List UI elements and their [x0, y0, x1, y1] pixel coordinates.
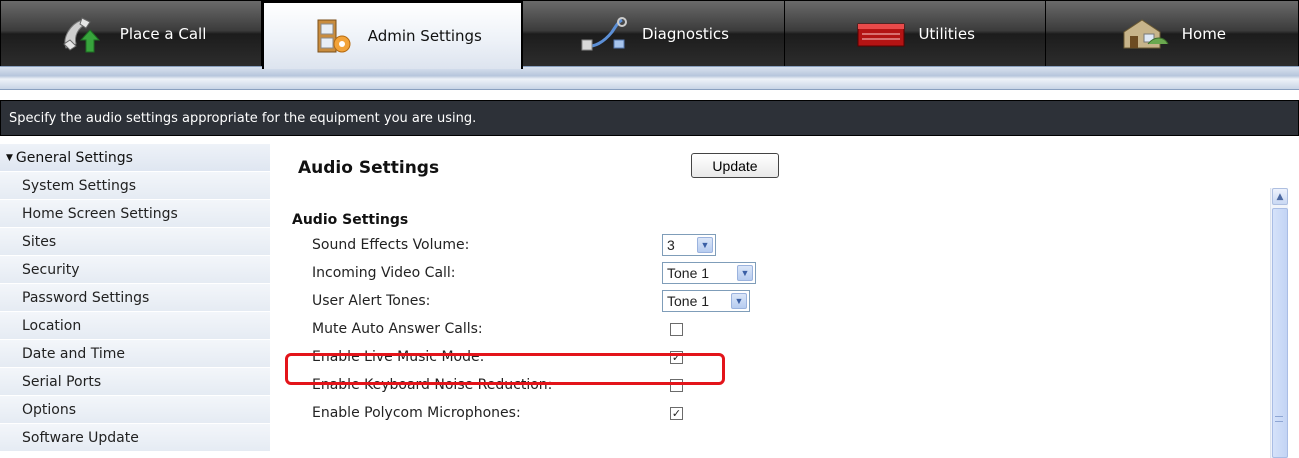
sidebar-item-label: Software Update — [22, 429, 139, 446]
setting-label: Enable Polycom Microphones: — [312, 405, 521, 421]
sidebar-item-label: Password Settings — [22, 289, 150, 306]
sidebar-item-serial-ports[interactable]: Serial Ports — [0, 368, 270, 396]
sidebar-item-label: Home Screen Settings — [22, 205, 178, 222]
incoming-video-call-select[interactable]: Tone 1 ▼ — [662, 262, 756, 284]
setting-row-mute-auto-answer: Mute Auto Answer Calls: — [312, 316, 1012, 342]
instruction-text: Specify the audio settings appropriate f… — [9, 110, 477, 126]
sidebar-item-label: Security — [22, 261, 80, 278]
scroll-up-arrow-icon[interactable]: ▲ — [1272, 188, 1288, 205]
tab-label: Home — [1181, 25, 1227, 43]
tab-label: Diagnostics — [641, 25, 729, 43]
sidebar-item-label: Date and Time — [22, 345, 125, 362]
sidebar-item-options[interactable]: Options — [0, 396, 270, 424]
polycom-microphones-checkbox[interactable]: ✓ — [670, 406, 683, 420]
setting-label: Incoming Video Call: — [312, 265, 456, 281]
setting-row-user-alert-tones: User Alert Tones: Tone 1 ▼ — [312, 288, 1012, 314]
sidebar-item-sites[interactable]: Sites — [0, 228, 270, 256]
sub-navigation-bar — [0, 66, 1299, 90]
tab-place-a-call[interactable]: Place a Call — [1, 1, 263, 67]
main-content: Audio Settings Update Audio Settings Sou… — [288, 144, 1268, 458]
user-alert-tones-select[interactable]: Tone 1 ▼ — [662, 290, 750, 312]
instruction-bar: Specify the audio settings appropriate f… — [0, 100, 1299, 136]
sidebar-item-label: Serial Ports — [22, 373, 102, 390]
section-title: Audio Settings — [292, 212, 409, 228]
sidebar-item-security[interactable]: Security — [0, 256, 270, 284]
tab-admin-settings[interactable]: Admin Settings — [262, 1, 524, 69]
select-value: Tone 1 — [667, 293, 710, 309]
home-icon — [1118, 14, 1172, 54]
select-value: Tone 1 — [667, 265, 710, 281]
setting-row-incoming-video-call: Incoming Video Call: Tone 1 ▼ — [312, 260, 1012, 286]
update-button[interactable]: Update — [691, 153, 779, 178]
setting-row-polycom-microphones: Enable Polycom Microphones: ✓ — [312, 400, 1012, 426]
sidebar-item-location[interactable]: Location — [0, 312, 270, 340]
sidebar-item-date-and-time[interactable]: Date and Time — [0, 340, 270, 368]
chevron-down-icon: ▼ — [737, 265, 753, 281]
sidebar-item-password-settings[interactable]: Password Settings — [0, 284, 270, 312]
sidebar-item-label: System Settings — [22, 177, 137, 194]
vertical-scrollbar[interactable]: ▲ — [1270, 188, 1288, 458]
diagnostics-icon — [578, 14, 632, 54]
tab-label: Admin Settings — [367, 27, 482, 45]
setting-label: Sound Effects Volume: — [312, 237, 470, 253]
scrollbar-grip-icon — [1275, 416, 1283, 422]
caret-down-icon: ▼ — [6, 152, 13, 163]
sidebar-header-label: General Settings — [15, 149, 133, 166]
sidebar-item-label: Options — [22, 401, 77, 418]
setting-label: Mute Auto Answer Calls: — [312, 321, 483, 337]
select-value: 3 — [667, 237, 675, 253]
tab-diagnostics[interactable]: Diagnostics — [523, 1, 785, 67]
setting-label: User Alert Tones: — [312, 293, 431, 309]
sidebar-item-home-screen-settings[interactable]: Home Screen Settings — [0, 200, 270, 228]
sidebar-item-label: Location — [22, 317, 82, 334]
highlight-box — [285, 353, 725, 385]
mute-auto-answer-checkbox[interactable] — [670, 322, 683, 336]
tab-label: Utilities — [918, 25, 975, 43]
sidebar-item-software-update[interactable]: Software Update — [0, 424, 270, 452]
setting-row-sound-effects-volume: Sound Effects Volume: 3 ▼ — [312, 232, 1012, 258]
tab-utilities[interactable]: Utilities — [784, 1, 1046, 67]
sidebar: ▼ General Settings System Settings Home … — [0, 144, 270, 458]
admin-settings-icon — [304, 16, 358, 56]
tab-label: Place a Call — [119, 25, 207, 43]
chevron-down-icon: ▼ — [697, 237, 713, 253]
phone-call-icon — [56, 14, 110, 54]
sidebar-header-general-settings[interactable]: ▼ General Settings — [0, 144, 270, 172]
sound-effects-volume-select[interactable]: 3 ▼ — [662, 234, 716, 256]
tab-home[interactable]: Home — [1045, 1, 1298, 67]
utilities-icon — [854, 14, 908, 54]
sidebar-item-label: Sites — [22, 233, 57, 250]
sidebar-item-system-settings[interactable]: System Settings — [0, 172, 270, 200]
top-navigation: Place a Call Admin Settings Diagnostics — [0, 0, 1299, 69]
page-title: Audio Settings — [298, 158, 440, 178]
chevron-down-icon: ▼ — [731, 293, 747, 309]
